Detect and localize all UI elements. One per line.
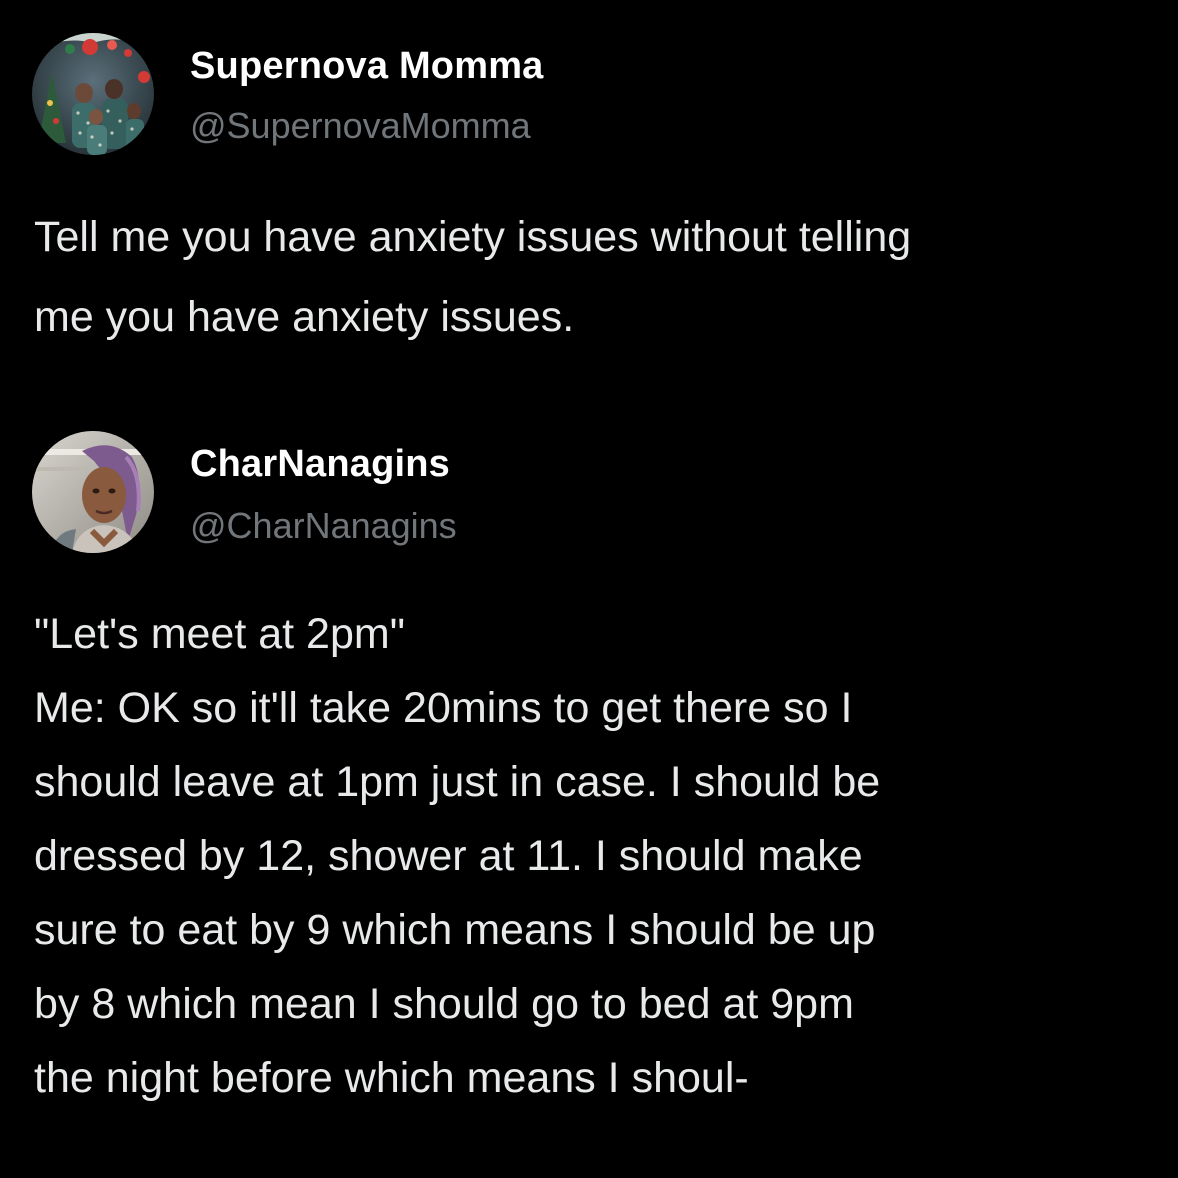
tweet-header: CharNanagins @CharNanagins [0, 425, 1178, 565]
user-handle[interactable]: @CharNanagins [190, 505, 457, 547]
reply-tweet-charnanagins: CharNanagins @CharNanagins "Let's meet a… [0, 425, 1178, 1102]
tweet-text: Tell me you have anxiety issues without … [34, 213, 912, 341]
selfie-avatar-icon[interactable] [32, 431, 154, 553]
family-christmas-photo-avatar-icon[interactable] [32, 33, 154, 155]
display-name[interactable]: Supernova Momma [190, 45, 544, 88]
tweet-text: "Let's meet at 2pm" Me: OK so it'll take… [34, 610, 881, 1102]
tweet-header: Supernova Momma @SupernovaMomma [0, 0, 1178, 155]
display-name[interactable]: CharNanagins [190, 443, 450, 486]
quoted-tweet-supernova: Supernova Momma @SupernovaMomma Tell me … [0, 0, 1178, 341]
user-handle[interactable]: @SupernovaMomma [190, 105, 531, 147]
